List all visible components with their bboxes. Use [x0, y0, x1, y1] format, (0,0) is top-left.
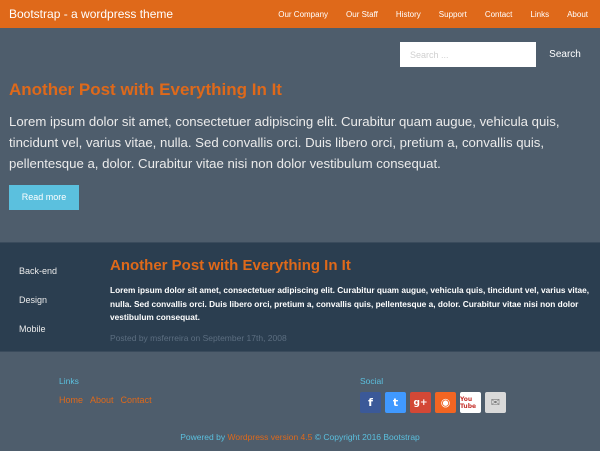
facebook-icon[interactable]: f: [360, 392, 381, 413]
social-icons: f t g+ ◉ You Tube ✉: [360, 392, 510, 413]
nav-item-contact[interactable]: Contact: [485, 10, 513, 19]
copyright: Powered by Wordpress version 4.5 © Copyr…: [0, 432, 600, 442]
hero-post-title[interactable]: Another Post with Everything In It: [9, 80, 282, 100]
footer-links: Home About Contact: [59, 395, 159, 405]
footer-links-heading: Links: [59, 376, 79, 386]
sidebar-item-mobile[interactable]: Mobile: [19, 323, 57, 352]
nav-menu: Our Company Our Staff History Support Co…: [260, 0, 588, 28]
post-section: Back-end Design Mobile Another Post with…: [0, 242, 600, 352]
nav-item-our-staff[interactable]: Our Staff: [346, 10, 378, 19]
nav-item-about[interactable]: About: [567, 10, 588, 19]
nav-item-support[interactable]: Support: [439, 10, 467, 19]
search-input[interactable]: [400, 42, 536, 67]
read-more-button[interactable]: Read more: [9, 185, 79, 210]
site-brand[interactable]: Bootstrap - a wordpress theme: [9, 7, 173, 21]
google-plus-icon[interactable]: g+: [410, 392, 431, 413]
post-title[interactable]: Another Post with Everything In It: [110, 257, 351, 274]
footer-link-contact[interactable]: Contact: [121, 395, 152, 405]
sidebar-item-design[interactable]: Design: [19, 294, 57, 323]
sidebar-item-back-end[interactable]: Back-end: [19, 265, 57, 294]
navbar: Bootstrap - a wordpress theme Our Compan…: [0, 0, 600, 28]
wordpress-link[interactable]: Wordpress version 4.5: [227, 432, 312, 442]
nav-item-our-company[interactable]: Our Company: [278, 10, 328, 19]
email-icon[interactable]: ✉: [485, 392, 506, 413]
nav-item-links[interactable]: Links: [530, 10, 549, 19]
social-heading: Social: [360, 376, 384, 386]
rss-icon[interactable]: ◉: [435, 392, 456, 413]
nav-item-history[interactable]: History: [396, 10, 421, 19]
copyright-powered: Powered by: [180, 432, 226, 442]
search-button[interactable]: Search: [541, 42, 589, 67]
post-meta: Posted by msferreira on September 17th, …: [110, 333, 287, 343]
footer-link-about[interactable]: About: [90, 395, 114, 405]
post-body: Lorem ipsum dolor sit amet, consectetuer…: [110, 285, 590, 322]
copyright-text: © Copyright 2016 Bootstrap: [314, 432, 420, 442]
category-sidebar: Back-end Design Mobile: [19, 265, 57, 352]
footer-link-home[interactable]: Home: [59, 395, 83, 405]
hero-post-body: Lorem ipsum dolor sit amet, consectetuer…: [9, 114, 560, 171]
twitter-icon[interactable]: t: [385, 392, 406, 413]
youtube-icon[interactable]: You Tube: [460, 392, 481, 413]
